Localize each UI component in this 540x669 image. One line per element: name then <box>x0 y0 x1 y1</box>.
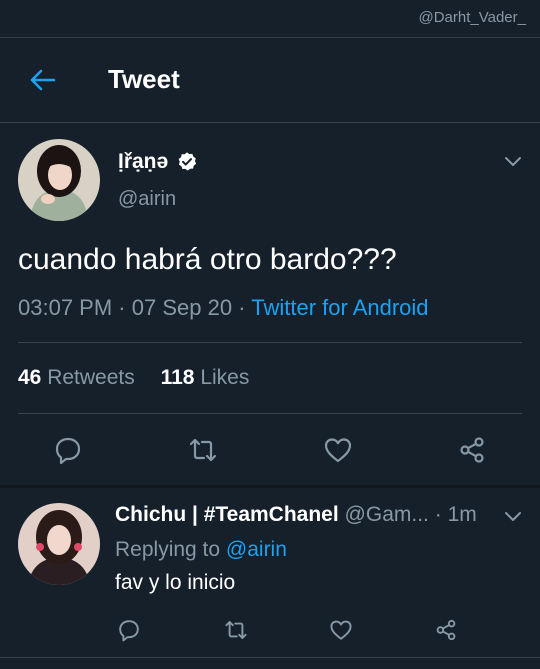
verified-badge-icon <box>178 152 197 171</box>
meta-separator: · <box>118 295 126 320</box>
reply-time: 1m <box>447 503 477 526</box>
header-divider <box>0 122 540 123</box>
bottom-divider <box>0 657 540 658</box>
author-name-text: Ịřạṇə <box>118 150 169 173</box>
page-title: Tweet <box>108 64 180 94</box>
likes-label: Likes <box>200 366 250 389</box>
divider <box>18 342 522 343</box>
reply-header: Chichu | #TeamChanel @Gam... · 1m <box>115 503 495 527</box>
tweet-text: cuando habrá otro bardo??? <box>18 243 397 276</box>
reply-chevron-down-icon[interactable] <box>504 510 522 522</box>
header: Tweet <box>0 38 540 122</box>
tweet-source-link[interactable]: Twitter for Android <box>251 295 428 320</box>
like-icon[interactable] <box>323 435 353 465</box>
reply-icon[interactable] <box>53 435 83 465</box>
reply-retweet-icon[interactable] <box>224 618 248 642</box>
reply-like-icon[interactable] <box>329 618 353 642</box>
reply-author-handle[interactable]: @Gam... <box>345 503 429 526</box>
chevron-down-icon[interactable] <box>504 155 522 167</box>
retweets-stat[interactable]: 46 Retweets <box>18 366 135 389</box>
tweet-date: 07 Sep 20 <box>131 295 233 320</box>
retweets-count: 46 <box>18 366 42 389</box>
tweet-stats: 46 Retweets 118 Likes <box>18 366 249 390</box>
replying-handle-link[interactable]: @airin <box>226 538 287 561</box>
share-icon[interactable] <box>457 435 487 465</box>
tweet-meta: 03:07 PM · 07 Sep 20 · Twitter for Andro… <box>18 295 429 321</box>
reply-text: fav y lo inicio <box>115 571 236 594</box>
likes-count: 118 <box>160 366 195 389</box>
likes-stat[interactable]: 118 Likes <box>161 366 250 389</box>
back-arrow-icon[interactable] <box>28 66 56 94</box>
reply-reply-icon[interactable] <box>117 618 141 642</box>
meta-separator: · <box>238 295 246 320</box>
watermark: @Darht_Vader_ <box>418 9 526 26</box>
avatar[interactable] <box>18 139 100 221</box>
section-divider <box>0 485 540 488</box>
retweets-label: Retweets <box>47 366 135 389</box>
meta-separator: · <box>434 503 442 526</box>
tweet-time: 03:07 PM <box>18 295 113 320</box>
author-handle[interactable]: @airin <box>118 188 176 211</box>
retweet-icon[interactable] <box>188 435 218 465</box>
replying-to: Replying to @airin <box>115 538 287 562</box>
author-name[interactable]: Ịřạṇə <box>118 150 198 174</box>
divider <box>18 413 522 414</box>
replying-prefix: Replying to <box>115 538 221 561</box>
reply-share-icon[interactable] <box>434 618 458 642</box>
reply-avatar[interactable] <box>18 503 100 585</box>
reply-author-name[interactable]: Chichu | #TeamChanel <box>115 503 339 526</box>
